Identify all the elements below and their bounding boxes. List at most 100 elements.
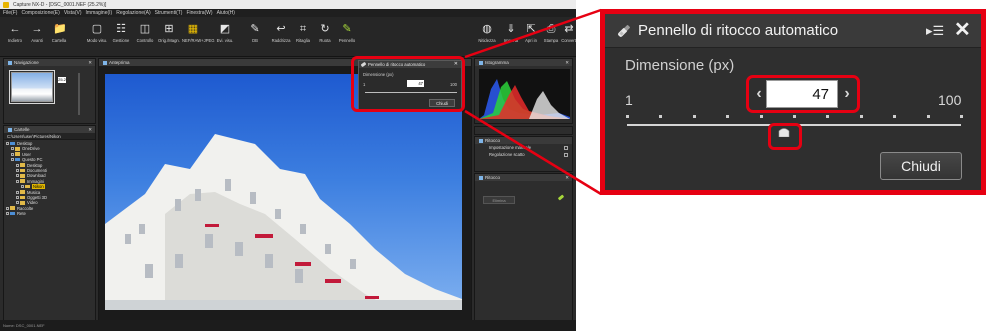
adjustments-header: Ritocco bbox=[475, 137, 572, 144]
toolbar-button[interactable]: → Avanti bbox=[26, 20, 48, 54]
toolbar-button-label: Gestione bbox=[112, 38, 130, 43]
toolbar-button[interactable]: ↩ Raddrizza bbox=[270, 20, 292, 54]
menu-item[interactable]: Strumenti(T) bbox=[155, 10, 183, 16]
toolbar-button-label: Pennello bbox=[338, 38, 356, 43]
auto-retouch-brush-dialog: Pennello di ritocco automatico ▸☰ ✕ Dime… bbox=[605, 14, 981, 190]
folder-tree-label: Desktop bbox=[17, 141, 33, 146]
toolbar-button[interactable]: ✎ Pennello bbox=[336, 20, 358, 54]
menu-item[interactable]: File(F) bbox=[3, 10, 17, 16]
menu-item[interactable]: Composizione(E) bbox=[21, 10, 59, 16]
panel-menu-icon[interactable]: ▸☰ bbox=[926, 22, 944, 40]
expand-icon[interactable] bbox=[16, 201, 19, 205]
toolbar-button-label: Indietro bbox=[8, 38, 22, 43]
menu-item[interactable]: Immagine(I) bbox=[86, 10, 113, 16]
toolbar-button[interactable]: ⊞ Orig./Magn. bbox=[158, 20, 180, 54]
adjustments-icon bbox=[479, 138, 483, 143]
menu-item[interactable]: Aiuto(H) bbox=[217, 10, 235, 16]
straighten-icon: ↩ bbox=[276, 23, 286, 35]
menu-item[interactable]: Finestra(W) bbox=[186, 10, 212, 16]
navigator-zoom-slider[interactable] bbox=[78, 73, 80, 115]
expand-icon[interactable] bbox=[16, 163, 19, 167]
menu-item[interactable]: Regolazione(A) bbox=[116, 10, 150, 16]
size-min-label: 1 bbox=[625, 92, 633, 108]
close-icon[interactable]: ✕ bbox=[88, 126, 92, 133]
toolbar-button[interactable]: ▦ NEF/RAW+JPEG bbox=[182, 20, 215, 54]
folder-icon bbox=[20, 201, 25, 205]
expand-icon[interactable] bbox=[11, 152, 14, 156]
folder-icon bbox=[25, 184, 30, 189]
rotate-icon: ↻ bbox=[320, 23, 330, 35]
navigator-thumbnail[interactable] bbox=[11, 72, 53, 102]
close-icon[interactable]: ✕ bbox=[954, 20, 972, 40]
slider-tick bbox=[626, 115, 629, 118]
toolbar-button-label: Ruota bbox=[319, 38, 331, 43]
expand-icon[interactable] bbox=[11, 158, 14, 162]
expand-icon[interactable] bbox=[21, 185, 24, 189]
close-button[interactable]: Chiudi bbox=[880, 152, 962, 180]
dialog-title: Pennello di ritocco automatico bbox=[638, 22, 839, 39]
menu-item[interactable]: Vista(V) bbox=[64, 10, 82, 16]
toolbar-button-label: Apri in bbox=[525, 38, 537, 43]
adjustment-checkbox[interactable] bbox=[564, 145, 568, 150]
decrement-button[interactable]: ‹ bbox=[752, 82, 766, 106]
toolbar-button[interactable]: ⇄ Converti bbox=[558, 20, 576, 54]
window-title-bar: Capture NX-D - [DSC_0001.NEF (25.2%)] bbox=[0, 0, 576, 9]
retouch-title: Ritocco bbox=[485, 175, 501, 180]
adjustment-row-shot[interactable]: Regolazione scatto bbox=[475, 151, 572, 158]
expand-icon[interactable] bbox=[6, 212, 9, 216]
close-icon[interactable]: ✕ bbox=[565, 174, 569, 181]
adjustment-row-label: Impostazione manuale bbox=[489, 145, 532, 150]
folder-tree-label: Video bbox=[27, 200, 38, 206]
toolbar-button[interactable]: ▢ Modo visu. bbox=[86, 20, 108, 54]
retouch-panel: Ritocco ✕ Elimina bbox=[474, 173, 573, 327]
navigator-zoom-value[interactable]: 25.2 bbox=[58, 77, 66, 83]
close-icon[interactable]: ✕ bbox=[565, 59, 569, 66]
expand-icon[interactable] bbox=[16, 195, 19, 199]
toolbar-button[interactable]: ↻ Ruota bbox=[314, 20, 336, 54]
toolbar-button-label: Ritaglia bbox=[296, 38, 310, 43]
close-icon[interactable]: ✕ bbox=[88, 59, 92, 66]
expand-icon[interactable] bbox=[6, 142, 9, 145]
import-icon: ⇓ bbox=[506, 23, 516, 35]
expand-icon[interactable] bbox=[11, 147, 14, 151]
toolbar-button[interactable]: ✎ DB bbox=[244, 20, 266, 54]
adjustment-checkbox[interactable] bbox=[564, 152, 568, 157]
size-value-input[interactable]: 47 bbox=[766, 80, 838, 108]
size-slider-thumb[interactable] bbox=[777, 127, 791, 137]
highlight-icon: ◩ bbox=[219, 23, 231, 35]
slider-tick bbox=[960, 115, 963, 118]
retouch-brush-icon[interactable] bbox=[557, 194, 565, 201]
navigator-header: Navigazione ✕ bbox=[4, 59, 95, 66]
toolbar-button[interactable]: ← Indietro bbox=[4, 20, 26, 54]
viewer-icon bbox=[103, 60, 107, 65]
toolbar-button[interactable]: ⇱ Apri in bbox=[520, 20, 542, 54]
expand-icon[interactable] bbox=[16, 179, 19, 183]
folder-tree-label: Rete bbox=[17, 211, 26, 217]
toolbar-button[interactable]: 📁 Cartella bbox=[48, 20, 70, 54]
toolbar-button[interactable]: ⇓ Importa bbox=[500, 20, 522, 54]
panel-tool-row[interactable] bbox=[474, 126, 573, 135]
folder-tree-label: Nikon bbox=[32, 184, 45, 190]
filter-icon: ☷ bbox=[116, 23, 126, 35]
slider-tick bbox=[726, 115, 730, 118]
toolbar-button-label: Orig./Magn. bbox=[158, 38, 180, 43]
toolbar-button[interactable]: ☷ Gestione bbox=[110, 20, 132, 54]
expand-icon[interactable] bbox=[16, 174, 19, 178]
toolbar-button[interactable]: ◩ Evi. visu. bbox=[214, 20, 236, 54]
folder-path[interactable]: C:\Users\user\Pictures\Nikon bbox=[4, 133, 95, 140]
folder-tree-item[interactable]: Rete bbox=[5, 211, 95, 216]
expand-icon[interactable] bbox=[16, 168, 19, 172]
expand-icon[interactable] bbox=[16, 190, 19, 194]
adjustment-row-manual[interactable]: Impostazione manuale bbox=[475, 144, 572, 151]
toolbar-button[interactable]: ◫ Controllo bbox=[134, 20, 156, 54]
toolbar-button[interactable]: ⌗ Ritaglia bbox=[292, 20, 314, 54]
delete-retouch-button[interactable]: Elimina bbox=[483, 196, 515, 204]
slider-tick bbox=[659, 115, 663, 118]
folder-icon bbox=[10, 211, 15, 216]
print-icon: ⎙ bbox=[546, 23, 556, 35]
increment-button[interactable]: › bbox=[840, 82, 854, 106]
main-toolbar: ← Indietro → Avanti 📁 Cartella ▢ Modo visu. ☷ Ges… bbox=[0, 17, 576, 57]
expand-icon[interactable] bbox=[6, 206, 9, 210]
toolbar-button[interactable]: ◍ Nitidezza bbox=[476, 20, 498, 54]
zoom-callout: Pennello di ritocco automatico ▸☰ ✕ Dime… bbox=[600, 9, 986, 195]
